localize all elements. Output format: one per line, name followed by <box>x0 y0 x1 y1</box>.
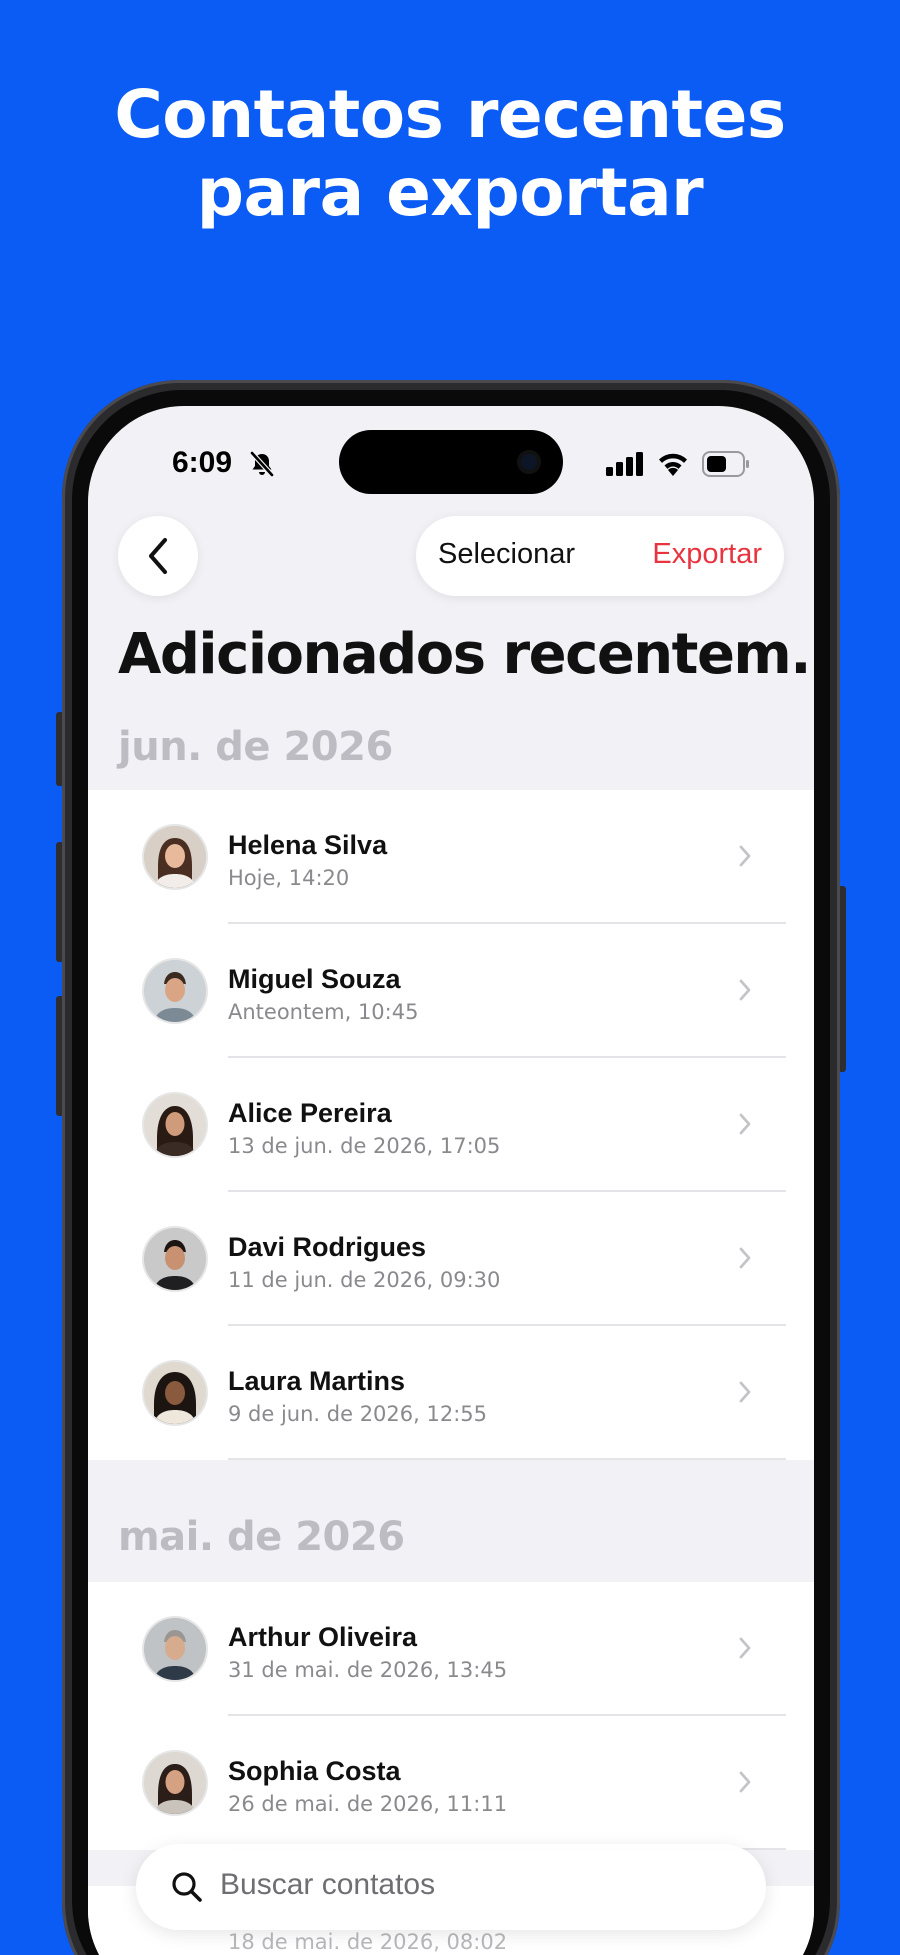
chevron-right-icon <box>739 1637 751 1659</box>
chevron-right-icon <box>739 1381 751 1403</box>
contact-date: 9 de jun. de 2026, 12:55 <box>228 1402 488 1426</box>
status-time: 6:09 <box>172 446 233 479</box>
contact-list-june: Helena Silva Hoje, 14:20 Miguel Souza An… <box>88 790 814 1460</box>
contact-row[interactable]: Davi Rodrigues 11 de jun. de 2026, 09:30 <box>88 1192 814 1326</box>
phone-screen: 6:09 Selecionar Exportar Adicionados rec… <box>88 406 814 1955</box>
contact-date: Hoje, 14:20 <box>228 866 350 890</box>
avatar <box>144 1752 206 1814</box>
dynamic-island <box>339 430 563 494</box>
avatar <box>144 826 206 888</box>
nav-actions-pill: Selecionar Exportar <box>416 516 784 596</box>
contact-name: Sophia Costa <box>228 1756 401 1786</box>
contact-row[interactable]: Helena Silva Hoje, 14:20 <box>88 790 814 924</box>
back-button[interactable] <box>118 516 198 596</box>
contact-date: 11 de jun. de 2026, 09:30 <box>228 1268 501 1292</box>
search-icon <box>172 1872 202 1902</box>
contact-name: Arthur Oliveira <box>228 1622 418 1652</box>
cellular-signal-icon <box>606 452 643 476</box>
contact-row[interactable]: Arthur Oliveira 31 de mai. de 2026, 13:4… <box>88 1582 814 1716</box>
contact-date: 18 de mai. de 2026, 08:02 <box>228 1930 508 1954</box>
avatar <box>144 1228 206 1290</box>
chevron-right-icon <box>739 1113 751 1135</box>
chevron-right-icon <box>739 1247 751 1269</box>
search-input[interactable]: Buscar contatos <box>220 1868 435 1902</box>
contact-name: Helena Silva <box>228 830 388 860</box>
contact-name: Davi Rodrigues <box>228 1232 427 1262</box>
contact-row[interactable]: Miguel Souza Anteontem, 10:45 <box>88 924 814 1058</box>
row-divider <box>228 1458 786 1460</box>
front-camera <box>517 450 541 474</box>
export-button[interactable]: Exportar <box>652 538 762 571</box>
contact-date: 31 de mai. de 2026, 13:45 <box>228 1658 508 1682</box>
headline-line-1: Contatos recentes <box>114 76 786 153</box>
contact-row[interactable]: Sophia Costa 26 de mai. de 2026, 11:11 <box>88 1716 814 1850</box>
avatar <box>144 1362 206 1424</box>
contact-date: 13 de jun. de 2026, 17:05 <box>228 1134 501 1158</box>
contact-list-may: Arthur Oliveira 31 de mai. de 2026, 13:4… <box>88 1582 814 1850</box>
section-header-may: mai. de 2026 <box>118 1514 405 1560</box>
contact-name: Alice Pereira <box>228 1098 392 1128</box>
chevron-right-icon <box>739 979 751 1001</box>
chevron-right-icon <box>739 845 751 867</box>
contact-date: Anteontem, 10:45 <box>228 1000 419 1024</box>
search-bar[interactable]: Buscar contatos <box>136 1844 766 1930</box>
chevron-left-icon <box>149 538 167 574</box>
contact-name: Miguel Souza <box>228 964 401 994</box>
chevron-right-icon <box>739 1771 751 1793</box>
section-header-june: jun. de 2026 <box>118 724 393 770</box>
avatar <box>144 1094 206 1156</box>
headline-line-2: para exportar <box>196 154 704 231</box>
wifi-icon <box>659 453 687 476</box>
battery-icon <box>702 451 749 477</box>
contact-row[interactable]: Alice Pereira 13 de jun. de 2026, 17:05 <box>88 1058 814 1192</box>
select-button[interactable]: Selecionar <box>438 538 575 571</box>
avatar <box>144 960 206 1022</box>
contact-row[interactable]: Laura Martins 9 de jun. de 2026, 12:55 <box>88 1326 814 1460</box>
headline: Contatos recentes para exportar <box>0 76 900 232</box>
contact-name: Laura Martins <box>228 1366 406 1396</box>
bell-muted-icon <box>250 451 274 477</box>
page-title: Adicionados recentem... <box>118 622 814 687</box>
avatar <box>144 1618 206 1680</box>
contact-date: 26 de mai. de 2026, 11:11 <box>228 1792 508 1816</box>
